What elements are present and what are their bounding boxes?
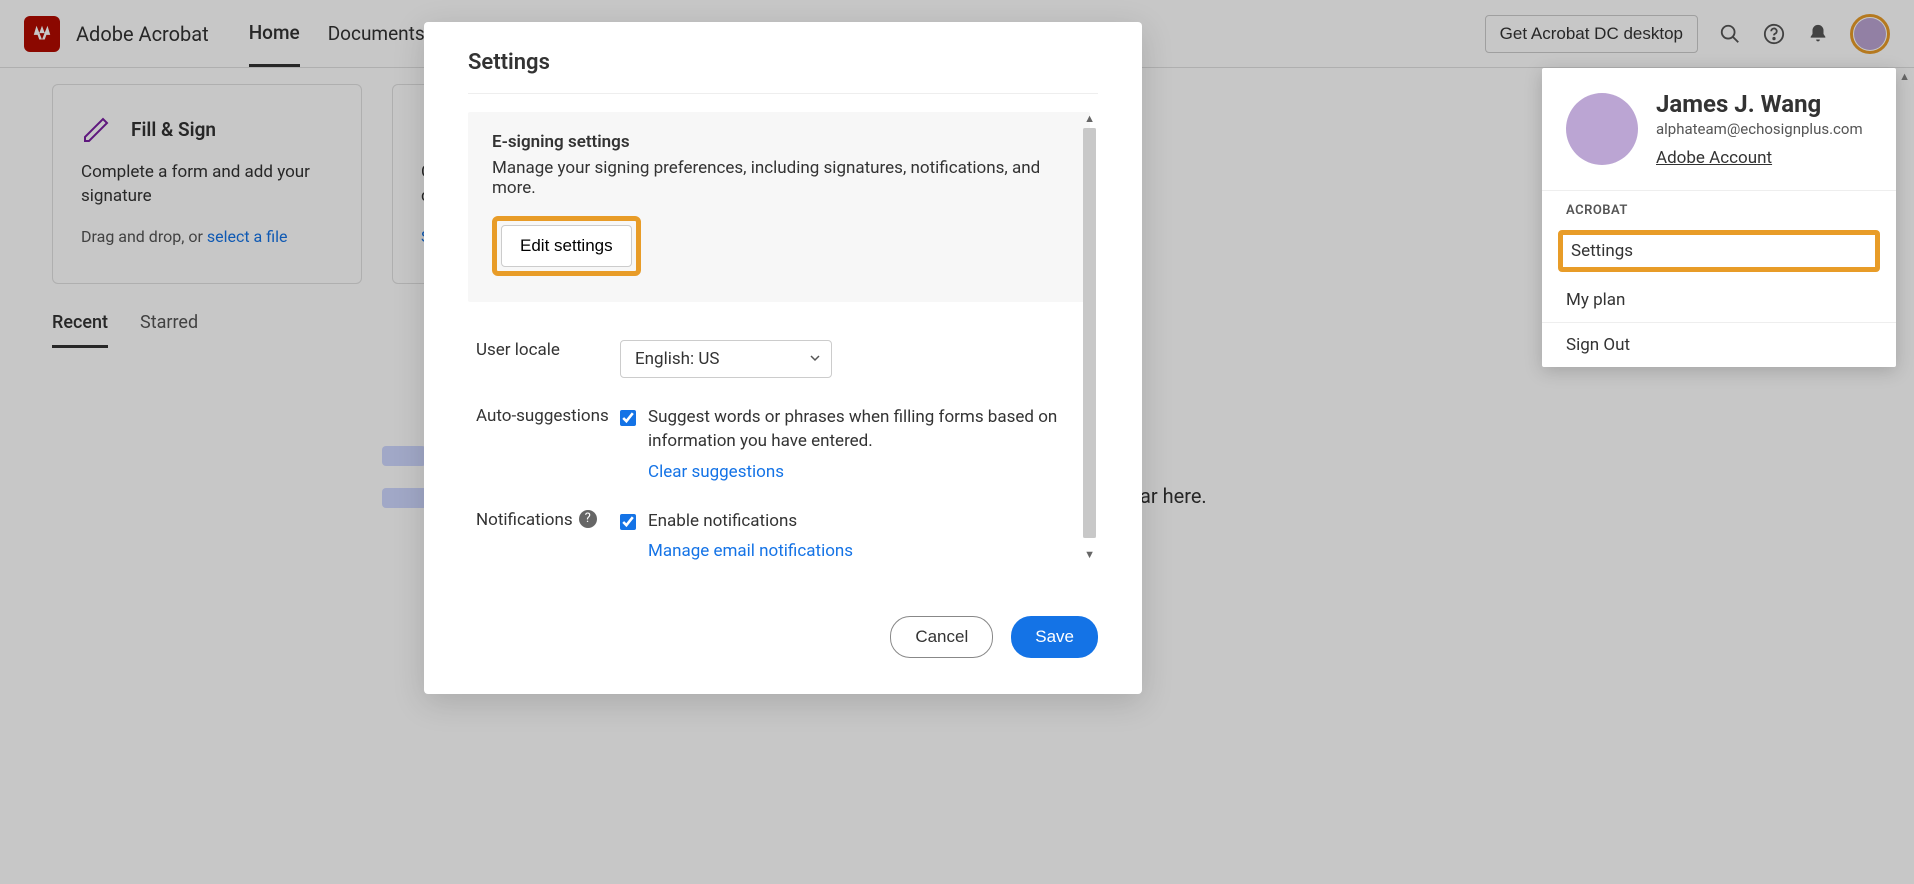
- settings-scroll-region[interactable]: E-signing settings Manage your signing p…: [468, 112, 1098, 566]
- account-section-label: ACROBAT: [1542, 190, 1896, 224]
- autosuggest-text: Suggest words or phrases when filling fo…: [648, 406, 1082, 454]
- modal-title: Settings: [468, 50, 1098, 94]
- notif-label-text: Notifications: [476, 510, 573, 530]
- notifications-row: Notifications ? Enable notifications Man…: [468, 496, 1090, 566]
- modal-body: ▲ ▼ E-signing settings Manage your signi…: [468, 112, 1098, 586]
- scroll-down-icon[interactable]: ▼: [1084, 548, 1095, 561]
- account-info: James J. Wang alphateam@echosignplus.com…: [1656, 90, 1872, 168]
- locale-value: English: US: [635, 349, 719, 369]
- page-scroll-up-icon[interactable]: ▲: [1899, 70, 1910, 83]
- account-header: James J. Wang alphateam@echosignplus.com…: [1542, 68, 1896, 190]
- autosuggest-label: Auto-suggestions: [476, 406, 620, 482]
- settings-menu-highlight: Settings: [1558, 230, 1880, 272]
- account-email: alphateam@echosignplus.com: [1656, 120, 1872, 138]
- autosuggestions-row: Auto-suggestions Suggest words or phrase…: [468, 392, 1090, 496]
- notifications-text: Enable notifications: [648, 510, 1082, 534]
- account-avatar: [1566, 93, 1638, 165]
- esign-title: E-signing settings: [492, 132, 1066, 152]
- esign-desc: Manage your signing preferences, includi…: [492, 158, 1066, 198]
- notifications-checkbox[interactable]: [620, 514, 636, 530]
- user-locale-label: User locale: [476, 340, 620, 378]
- scrollbar-thumb[interactable]: [1083, 128, 1096, 538]
- cancel-button[interactable]: Cancel: [890, 616, 993, 658]
- clear-suggestions-link[interactable]: Clear suggestions: [648, 462, 784, 482]
- modal-footer: Cancel Save: [468, 586, 1098, 658]
- esigning-settings-section: E-signing settings Manage your signing p…: [468, 112, 1090, 302]
- autosuggest-checkbox[interactable]: [620, 410, 636, 426]
- settings-modal: Settings ▲ ▼ E-signing settings Manage y…: [424, 22, 1142, 694]
- notifications-label: Notifications ?: [476, 510, 620, 562]
- edit-settings-highlight: Edit settings: [492, 216, 641, 276]
- edit-settings-button[interactable]: Edit settings: [501, 225, 632, 267]
- account-name: James J. Wang: [1656, 90, 1872, 118]
- account-myplan-item[interactable]: My plan: [1542, 278, 1896, 322]
- help-tooltip-icon[interactable]: ?: [579, 510, 597, 528]
- manage-email-notifications-link[interactable]: Manage email notifications: [648, 541, 853, 561]
- account-dropdown: James J. Wang alphateam@echosignplus.com…: [1542, 68, 1896, 367]
- scroll-up-icon[interactable]: ▲: [1084, 112, 1095, 125]
- chevron-down-icon: [809, 349, 821, 369]
- user-locale-row: User locale English: US: [468, 326, 1090, 392]
- save-button[interactable]: Save: [1011, 616, 1098, 658]
- account-settings-item[interactable]: Settings: [1571, 241, 1867, 261]
- account-signout-item[interactable]: Sign Out: [1542, 322, 1896, 367]
- scrollbar-track[interactable]: [1083, 128, 1096, 538]
- user-locale-select[interactable]: English: US: [620, 340, 832, 378]
- adobe-account-link[interactable]: Adobe Account: [1656, 148, 1772, 168]
